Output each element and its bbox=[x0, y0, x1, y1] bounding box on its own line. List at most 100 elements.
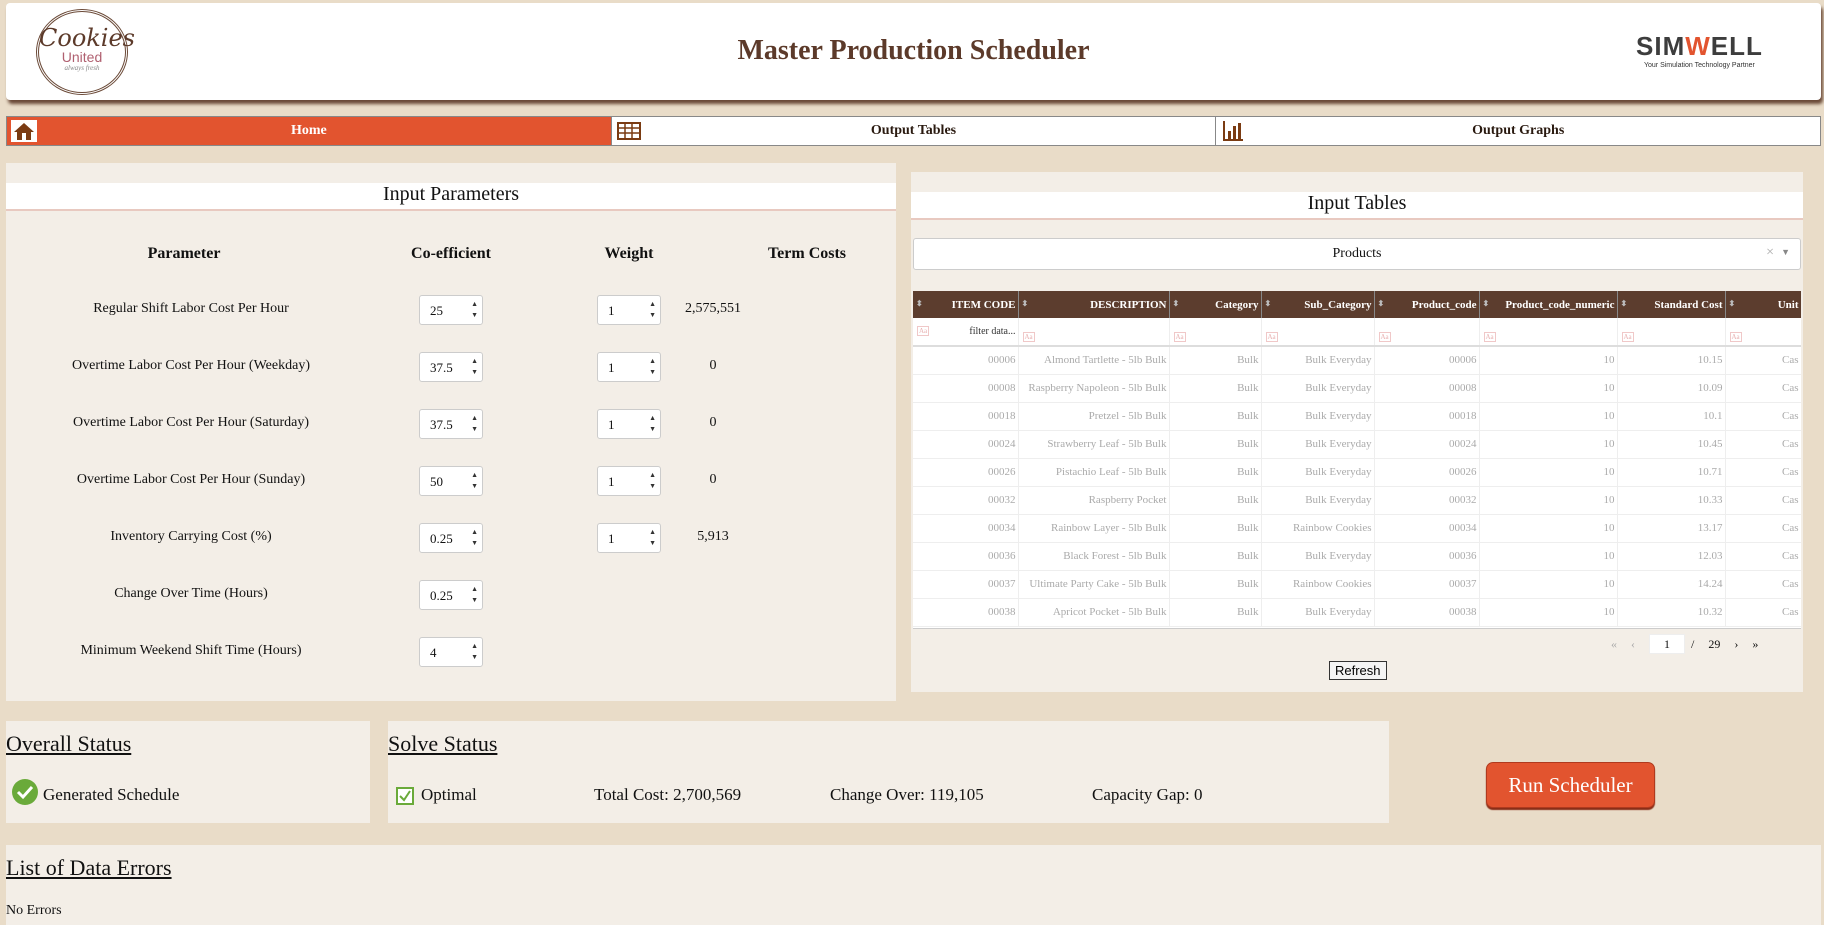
table-cell: Cas bbox=[1725, 514, 1801, 543]
column-header-label: DESCRIPTION bbox=[1090, 298, 1167, 311]
table-cell: 10 bbox=[1479, 542, 1618, 571]
table-select[interactable]: Products × ▼ bbox=[913, 238, 1801, 270]
column-header[interactable]: ⬍ Unit bbox=[1725, 291, 1801, 318]
next-page-icon[interactable]: › bbox=[1734, 637, 1738, 652]
stepper-arrows-icon[interactable]: ▲ ▼ bbox=[471, 356, 478, 378]
sort-icon[interactable]: ⬍ bbox=[1378, 299, 1385, 308]
text-filter-icon: Aa bbox=[1483, 331, 1496, 342]
column-header[interactable]: ⬍ DESCRIPTION bbox=[1018, 291, 1170, 318]
column-filter[interactable]: Aa bbox=[1018, 318, 1170, 347]
table-cell: 10 bbox=[1479, 374, 1618, 403]
tab-home[interactable]: Home bbox=[7, 117, 612, 145]
table-cell: Ultimate Party Cake - 5lb Bulk bbox=[1018, 570, 1170, 599]
table-cell: Bulk Everyday bbox=[1261, 542, 1375, 571]
coefficient-input[interactable]: 0.25 ▲ ▼ bbox=[419, 580, 483, 610]
coefficient-input[interactable]: 37.5 ▲ ▼ bbox=[419, 409, 483, 439]
table-cell: Raspberry Pocket bbox=[1018, 486, 1170, 515]
column-filter[interactable]: Aa bbox=[1617, 318, 1726, 347]
table-cell: 00018 bbox=[1374, 402, 1480, 431]
chevron-down-icon[interactable]: ▼ bbox=[1781, 247, 1790, 257]
table-row[interactable]: 00032 Raspberry Pocket Bulk Bulk Everyday 00… bbox=[913, 486, 1801, 515]
table-cell: Bulk Everyday bbox=[1261, 486, 1375, 515]
table-row[interactable]: 00006 Almond Tartlette - 5lb Bulk Bulk Bulk… bbox=[913, 346, 1801, 375]
coefficient-input[interactable]: 25 ▲ ▼ bbox=[419, 295, 483, 325]
sort-icon[interactable]: ⬍ bbox=[1022, 299, 1029, 308]
coefficient-input[interactable]: 0.25 ▲ ▼ bbox=[419, 523, 483, 553]
table-row[interactable]: 00036 Black Forest - 5lb Bulk Bulk Bulk Eve… bbox=[913, 542, 1801, 571]
errors-text: No Errors bbox=[6, 903, 62, 918]
tab-output-graphs[interactable]: Output Graphs bbox=[1216, 117, 1820, 145]
table-row[interactable]: 00034 Rainbow Layer - 5lb Bulk Bulk Rainbow… bbox=[913, 514, 1801, 543]
sort-icon[interactable]: ⬍ bbox=[1173, 299, 1180, 308]
column-filter[interactable]: Aa filter data... bbox=[913, 318, 1019, 347]
table-cell: 10 bbox=[1479, 346, 1618, 375]
table-row[interactable]: 00024 Strawberry Leaf - 5lb Bulk Bulk Bulk … bbox=[913, 430, 1801, 459]
coefficient-input[interactable]: 4 ▲ ▼ bbox=[419, 637, 483, 667]
table-cell: 00034 bbox=[1374, 514, 1480, 543]
run-scheduler-button[interactable]: Run Scheduler bbox=[1486, 762, 1655, 808]
table-cell: 00018 bbox=[913, 402, 1019, 431]
column-header-label: Category bbox=[1215, 298, 1259, 311]
tab-output-tables[interactable]: Output Tables bbox=[612, 117, 1217, 145]
panel-title: Input Parameters bbox=[6, 183, 896, 211]
table-cell: 10 bbox=[1479, 430, 1618, 459]
stepper-arrows-icon[interactable]: ▲ ▼ bbox=[471, 527, 478, 549]
stepper-arrows-icon[interactable]: ▲ ▼ bbox=[471, 641, 478, 663]
stepper-arrows-icon[interactable]: ▲ ▼ bbox=[471, 470, 478, 492]
table-cell: 00034 bbox=[913, 514, 1019, 543]
table-cell: Bulk bbox=[1169, 374, 1262, 403]
refresh-button[interactable]: Refresh bbox=[1329, 661, 1387, 680]
table-cell: 00038 bbox=[1374, 598, 1480, 627]
check-circle-icon bbox=[11, 778, 39, 811]
prev-page-icon[interactable]: ‹ bbox=[1631, 637, 1635, 652]
column-header[interactable]: ⬍ Category bbox=[1169, 291, 1262, 318]
stepper-arrows-icon[interactable]: ▲ ▼ bbox=[471, 413, 478, 435]
sort-icon[interactable]: ⬍ bbox=[916, 299, 923, 308]
page-title: Master Production Scheduler bbox=[737, 35, 1090, 66]
last-page-icon[interactable]: » bbox=[1752, 637, 1758, 652]
page-input[interactable]: 1 bbox=[1649, 634, 1685, 654]
table-cell: Almond Tartlette - 5lb Bulk bbox=[1018, 346, 1170, 375]
column-header[interactable]: ⬍ ITEM CODE bbox=[913, 291, 1019, 318]
sort-icon[interactable]: ⬍ bbox=[1621, 299, 1628, 308]
text-filter-icon: Aa bbox=[1729, 331, 1742, 342]
sort-icon[interactable]: ⬍ bbox=[1483, 299, 1490, 308]
column-filter[interactable]: Aa bbox=[1479, 318, 1618, 347]
table-cell: Cas bbox=[1725, 598, 1801, 627]
page-separator: / bbox=[1691, 636, 1695, 651]
term-cost: 0 bbox=[709, 472, 717, 487]
section-title: Overall Status bbox=[6, 731, 132, 756]
clear-icon[interactable]: × bbox=[1766, 245, 1774, 261]
table-row[interactable]: 00038 Apricot Pocket - 5lb Bulk Bulk Bulk E… bbox=[913, 598, 1801, 627]
table-row[interactable]: 00018 Pretzel - 5lb Bulk Bulk Bulk Everyday… bbox=[913, 402, 1801, 431]
column-header[interactable]: ⬍ Product_code_numeric bbox=[1479, 291, 1618, 318]
table-row[interactable]: 00008 Raspberry Napoleon - 5lb Bulk Bulk Bu… bbox=[913, 374, 1801, 403]
table-cell: Bulk Everyday bbox=[1261, 430, 1375, 459]
coefficient-value: 37.5 bbox=[430, 417, 453, 432]
column-header-weight: Weight bbox=[604, 245, 654, 262]
coefficient-value: 37.5 bbox=[430, 360, 453, 375]
table-icon bbox=[615, 120, 642, 142]
table-row[interactable]: 00037 Ultimate Party Cake - 5lb Bulk Bulk R… bbox=[913, 570, 1801, 599]
table-cell: 00006 bbox=[1374, 346, 1480, 375]
coefficient-input[interactable]: 50 ▲ ▼ bbox=[419, 466, 483, 496]
table-row[interactable]: 00026 Pistachio Leaf - 5lb Bulk Bulk Bulk E… bbox=[913, 458, 1801, 487]
brand-tagline: Your Simulation Technology Partner bbox=[1643, 62, 1755, 69]
stepper-arrows-icon[interactable]: ▲ ▼ bbox=[471, 299, 478, 321]
column-header[interactable]: ⬍ Product_code bbox=[1374, 291, 1480, 318]
column-filter[interactable]: Aa bbox=[1374, 318, 1480, 347]
column-header-label: Product_code bbox=[1411, 298, 1477, 311]
sort-icon[interactable]: ⬍ bbox=[1729, 299, 1736, 308]
column-header[interactable]: ⬍ Sub_Category bbox=[1261, 291, 1375, 318]
first-page-icon[interactable]: « bbox=[1611, 637, 1617, 652]
table-cell: Cas bbox=[1725, 542, 1801, 571]
sort-icon[interactable]: ⬍ bbox=[1265, 299, 1272, 308]
column-header[interactable]: ⬍ Standard Cost bbox=[1617, 291, 1726, 318]
table-cell: 10.09 bbox=[1617, 374, 1726, 403]
column-filter[interactable]: Aa bbox=[1169, 318, 1262, 347]
stepper-arrows-icon[interactable]: ▲ ▼ bbox=[471, 584, 478, 606]
table-cell: 00024 bbox=[913, 430, 1019, 459]
column-filter[interactable]: Aa bbox=[1725, 318, 1801, 347]
coefficient-input[interactable]: 37.5 ▲ ▼ bbox=[419, 352, 483, 382]
column-filter[interactable]: Aa bbox=[1261, 318, 1375, 347]
